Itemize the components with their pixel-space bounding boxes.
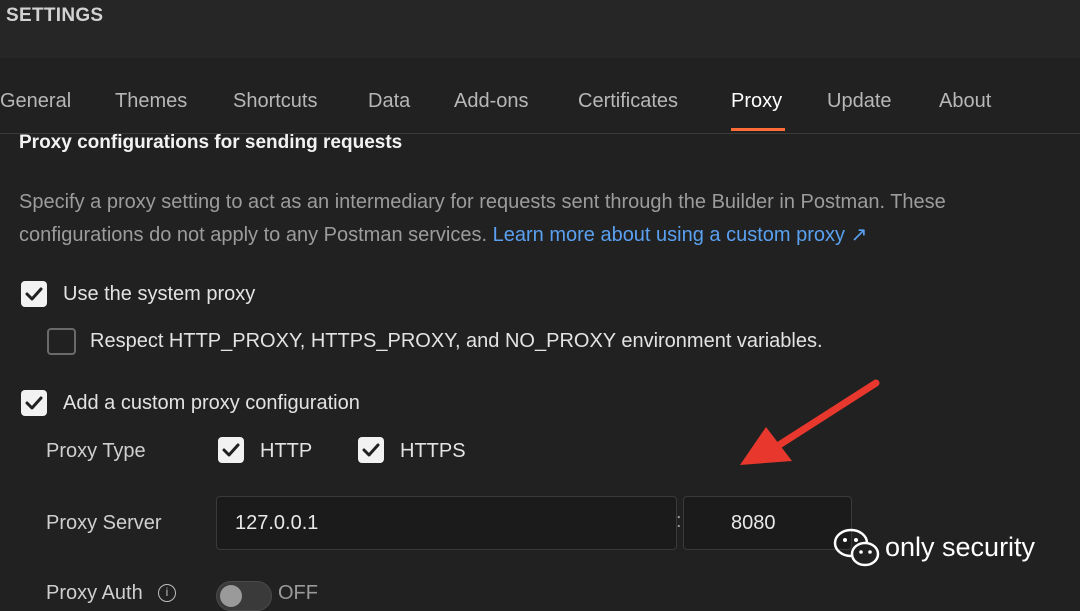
active-tab-indicator	[731, 128, 785, 131]
learn-more-link[interactable]: Learn more about using a custom proxy ↗	[493, 224, 868, 246]
proxy-auth-toggle[interactable]	[216, 581, 272, 611]
toggle-knob	[220, 585, 242, 607]
tab-add-ons[interactable]: Add-ons	[454, 90, 529, 113]
section-title: Proxy configurations for sending request…	[19, 132, 403, 153]
tab-update[interactable]: Update	[827, 90, 892, 113]
custom-proxy-checkbox[interactable]	[21, 390, 47, 416]
system-proxy-label: Use the system proxy	[63, 283, 256, 305]
custom-proxy-label: Add a custom proxy configuration	[63, 392, 360, 414]
system-proxy-checkbox[interactable]	[21, 281, 47, 307]
tab-data[interactable]: Data	[368, 90, 410, 113]
proxy-host-input[interactable]: 127.0.0.1	[216, 496, 677, 550]
https-label: HTTPS	[400, 440, 466, 462]
watermark-text: only security	[885, 532, 1036, 562]
proxy-auth-state: OFF	[278, 582, 318, 604]
info-icon[interactable]: i	[158, 584, 176, 602]
description-line-1: Specify a proxy setting to act as an int…	[19, 191, 946, 213]
http-checkbox[interactable]	[218, 437, 244, 463]
settings-header: SETTINGS	[0, 0, 1080, 58]
tab-shortcuts[interactable]: Shortcuts	[233, 90, 317, 113]
header-title: SETTINGS	[6, 5, 104, 26]
tab-proxy[interactable]: Proxy	[731, 90, 782, 113]
checkmark-icon	[25, 396, 43, 410]
proxy-server-label: Proxy Server	[46, 512, 162, 534]
tab-about[interactable]: About	[939, 90, 991, 113]
host-port-separator: :	[676, 510, 682, 532]
https-checkbox[interactable]	[358, 437, 384, 463]
proxy-port-input[interactable]: 8080	[683, 496, 852, 550]
checkmark-icon	[362, 443, 380, 457]
checkmark-icon	[222, 443, 240, 457]
annotation-arrow-icon	[740, 379, 880, 465]
http-label: HTTP	[260, 440, 313, 462]
env-vars-label: Respect HTTP_PROXY, HTTPS_PROXY, and NO_…	[90, 330, 823, 352]
description-line-2: configurations do not apply to any Postm…	[19, 224, 488, 246]
tab-themes[interactable]: Themes	[115, 90, 187, 113]
wechat-icon	[833, 528, 880, 567]
env-vars-checkbox[interactable]	[47, 328, 76, 355]
proxy-type-label: Proxy Type	[46, 440, 146, 462]
proxy-auth-label: Proxy Auth	[46, 582, 143, 604]
section-description: Specify a proxy setting to act as an int…	[19, 186, 1059, 252]
tab-certificates[interactable]: Certificates	[578, 90, 678, 113]
settings-tabs: General Themes Shortcuts Data Add-ons Ce…	[0, 58, 1080, 134]
tab-general[interactable]: General	[0, 90, 71, 113]
checkmark-icon	[25, 287, 43, 301]
